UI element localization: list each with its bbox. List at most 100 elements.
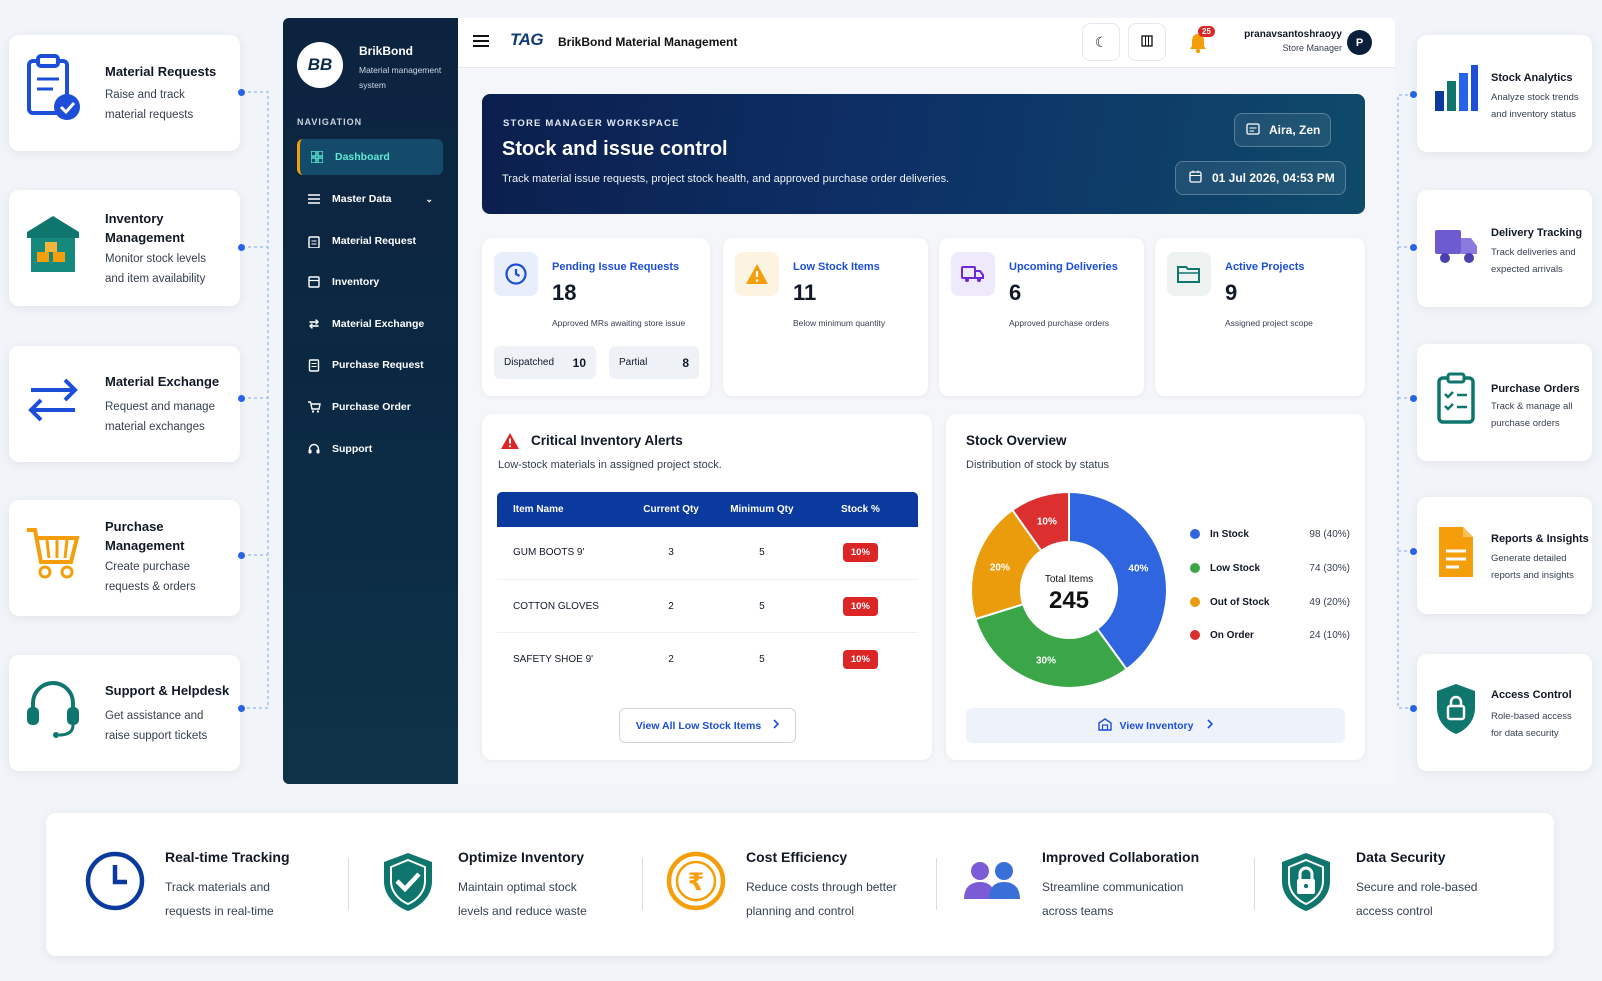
slice-percent-label: 30% (1036, 655, 1056, 666)
feature-card-material-exchange: Material Exchange Request and manage mate… (9, 346, 240, 462)
feature-desc: Raise and track material requests (105, 89, 194, 121)
connector-dot (238, 552, 245, 559)
clock-icon (83, 849, 147, 913)
theme-toggle-button[interactable]: ☾ (1082, 23, 1120, 61)
feature-desc: Analyze stock trends and inventory status (1491, 92, 1579, 120)
nav-item-master-data[interactable]: Master Data ⌄ (297, 181, 443, 217)
alert-triangle-icon (500, 432, 520, 455)
column-header[interactable]: Item Name (497, 492, 622, 527)
notification-bell-icon[interactable]: 25 (1188, 26, 1215, 54)
list-icon (307, 192, 321, 206)
stock-percent-badge: 10% (842, 543, 878, 563)
legend-item[interactable]: Out of Stock 49 (20%) (1190, 594, 1350, 610)
benefit-title: Data Security (1356, 849, 1446, 865)
item-name: GUM BOOTS 9' (497, 526, 622, 580)
table-row[interactable]: COTTON GLOVES 2 5 10% (497, 579, 918, 633)
truck-icon (951, 252, 995, 296)
chip-value: 8 (682, 355, 689, 370)
folder-icon (1167, 252, 1211, 296)
alerts-title: Critical Inventory Alerts (531, 433, 683, 448)
shield-lock-icon (1433, 682, 1479, 734)
nav-item-inventory[interactable]: Inventory (297, 264, 443, 300)
nav-label: Material Request (332, 235, 417, 247)
donut-slice-low-stock[interactable] (974, 602, 1129, 689)
benefit-desc: Reduce costs through better planning and … (746, 880, 897, 918)
legend-swatch (1190, 597, 1200, 607)
stat-subtext: Approved purchase orders (1009, 318, 1110, 328)
nav-item-purchase-order[interactable]: Purchase Order (297, 389, 443, 425)
feature-desc: Get assistance and raise support tickets (105, 710, 208, 742)
table-row[interactable]: GUM BOOTS 9' 3 5 10% (497, 526, 918, 580)
brand-logo[interactable]: BB (297, 42, 343, 88)
legend-item[interactable]: In Stock 98 (40%) (1190, 526, 1350, 542)
benefit-title: Real-time Tracking (165, 849, 290, 865)
stat-card-active-projects[interactable]: Active Projects 9 Assigned project scope (1155, 238, 1365, 396)
feature-title: Reports & Insights (1491, 533, 1589, 545)
nav-heading: NAVIGATION (297, 117, 363, 127)
nav-item-material-request[interactable]: Material Request (297, 223, 443, 259)
avatar[interactable]: P (1347, 30, 1372, 55)
connector-dot (238, 89, 245, 96)
legend-item[interactable]: Low Stock 74 (30%) (1190, 560, 1350, 576)
notification-count: 25 (1198, 26, 1215, 37)
connector-dot (1410, 548, 1417, 555)
feature-desc: Track deliveries and expected arrivals (1491, 247, 1576, 275)
stat-value: 6 (1009, 280, 1022, 305)
layout-toggle-button[interactable] (1128, 23, 1166, 61)
benefit-desc: Streamline communication across teams (1042, 880, 1184, 918)
nav-item-material-exchange[interactable]: ⇄ Material Exchange (297, 306, 443, 342)
view-inventory-button[interactable]: View Inventory (966, 708, 1345, 743)
dispatched-chip[interactable]: Dispatched 10 (494, 346, 596, 379)
stat-card-pending-issue-requests[interactable]: Pending Issue Requests 18 Approved MRs a… (482, 238, 710, 396)
divider (1254, 858, 1255, 910)
legend-label: In Stock (1210, 528, 1249, 540)
stat-value: 11 (793, 280, 817, 305)
top-bar: TAG BrikBond Material Management ☾ 25 pr… (458, 18, 1395, 68)
feature-title: Support & Helpdesk (105, 683, 230, 698)
table-row[interactable]: SAFETY SHOE 9' 2 5 10% (497, 632, 918, 685)
legend-value: 24 (10%) (1309, 629, 1350, 641)
column-header[interactable]: Minimum Qty (720, 492, 803, 527)
feature-title: Inventory Management (105, 211, 185, 245)
document-icon (1433, 525, 1479, 577)
nav-item-dashboard[interactable]: Dashboard (297, 139, 443, 175)
stat-value: 18 (552, 280, 577, 305)
stat-card-low-stock-items[interactable]: Low Stock Items 11 Below minimum quantit… (723, 238, 928, 396)
user-info[interactable]: pranavsantoshraoyy Store Manager (1222, 29, 1342, 53)
hero-title: Stock and issue control (502, 138, 728, 160)
truck-icon (1433, 218, 1479, 268)
menu-icon[interactable] (472, 33, 490, 49)
user-name: pranavsantoshraoyy (1244, 29, 1342, 40)
legend-swatch (1190, 563, 1200, 573)
minimum-qty: 5 (720, 632, 803, 685)
connector-dot (238, 705, 245, 712)
feature-desc: Generate detailed reports and insights (1491, 553, 1574, 581)
stat-label: Active Projects (1225, 261, 1305, 273)
column-header[interactable]: Stock % (802, 492, 918, 527)
benefit-real-time-tracking: Real-time Tracking Track materials and re… (83, 813, 343, 956)
feature-desc: Request and manage material exchanges (105, 401, 215, 433)
feature-card-purchase-orders: Purchase Orders Track & manage all purcha… (1417, 344, 1592, 461)
feature-title: Purchase Orders (1491, 383, 1580, 395)
feature-desc: Track & manage all purchase orders (1491, 401, 1573, 429)
stat-card-upcoming-deliveries[interactable]: Upcoming Deliveries 6 Approved purchase … (939, 238, 1144, 396)
stock-overview-title: Stock Overview (966, 433, 1067, 448)
bar-chart-icon (1433, 63, 1479, 113)
clock-icon (494, 252, 538, 296)
nav-label: Master Data (332, 193, 392, 205)
legend-item[interactable]: On Order 24 (10%) (1190, 627, 1350, 643)
view-all-low-stock-button[interactable]: View All Low Stock Items (619, 708, 796, 743)
nav-item-support[interactable]: Support (297, 431, 443, 467)
stock-percent-badge: 10% (842, 649, 878, 669)
nav-item-purchase-request[interactable]: Purchase Request (297, 347, 443, 383)
stat-label: Low Stock Items (793, 261, 880, 273)
column-header[interactable]: Current Qty (621, 492, 721, 527)
donut-center-value: 245 (1048, 587, 1090, 614)
active-user-pill[interactable]: Aira, Zen (1234, 113, 1331, 147)
feature-title: Material Exchange (105, 374, 220, 389)
workspace-hero-banner: STORE MANAGER WORKSPACE Stock and issue … (482, 94, 1365, 214)
headset-icon (23, 673, 83, 743)
chevron-down-icon: ⌄ (425, 193, 433, 204)
partial-chip[interactable]: Partial 8 (609, 346, 699, 379)
benefit-desc: Maintain optimal stock levels and reduce … (458, 880, 587, 918)
